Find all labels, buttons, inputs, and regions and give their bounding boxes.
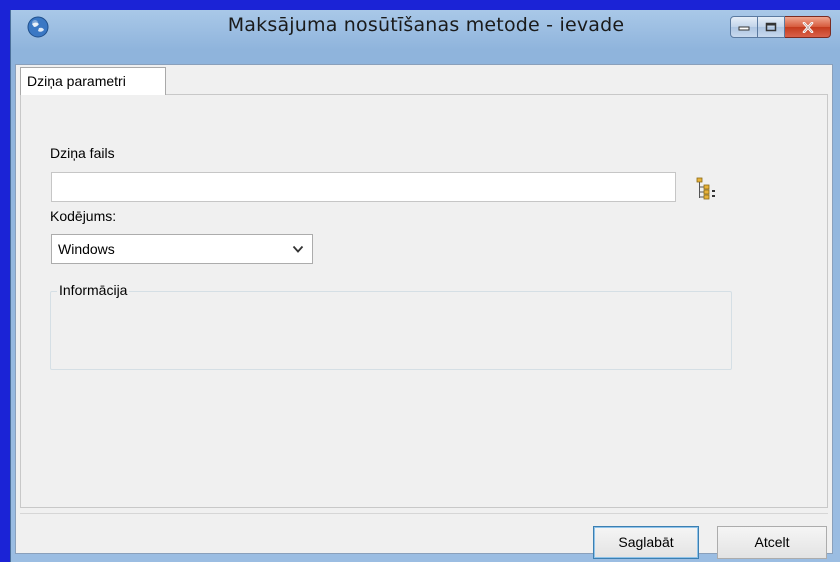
file-path-input[interactable] bbox=[51, 172, 676, 202]
encoding-select[interactable]: Windows bbox=[51, 234, 313, 264]
chevron-down-icon bbox=[292, 245, 304, 253]
minimize-button[interactable] bbox=[730, 16, 758, 38]
dialog-footer bbox=[20, 513, 828, 550]
encoding-label: Kodējums: bbox=[50, 208, 117, 224]
desktop-background-top bbox=[0, 0, 840, 10]
title-bar[interactable]: Maksājuma nosūtīšanas metode - ievade bbox=[11, 10, 840, 64]
info-groupbox bbox=[50, 291, 732, 370]
browse-folder-tree-icon[interactable] bbox=[695, 176, 721, 202]
caption-buttons bbox=[730, 16, 831, 38]
encoding-select-value: Windows bbox=[58, 241, 115, 257]
maximize-button[interactable] bbox=[758, 16, 785, 38]
maximize-icon bbox=[765, 22, 777, 32]
dialog-client-area: Dziņa parametri Dziņa fails Kodējums: Wi… bbox=[15, 64, 833, 559]
minimize-icon bbox=[738, 26, 750, 31]
window-title: Maksājuma nosūtīšanas metode - ievade bbox=[227, 14, 625, 36]
dialog-window: Maksājuma nosūtīšanas metode - ievade Dz… bbox=[10, 10, 840, 562]
info-groupbox-title: Informācija bbox=[57, 282, 130, 298]
window-bottom-border bbox=[15, 554, 833, 562]
desktop-background-left bbox=[0, 0, 10, 562]
file-label: Dziņa fails bbox=[50, 145, 115, 161]
tab-page: Dziņa fails Kodējums: Windows Informācij… bbox=[20, 94, 828, 508]
close-button[interactable] bbox=[785, 16, 831, 38]
close-icon bbox=[802, 21, 813, 33]
tab-dzina-parametri[interactable]: Dziņa parametri bbox=[20, 67, 166, 95]
